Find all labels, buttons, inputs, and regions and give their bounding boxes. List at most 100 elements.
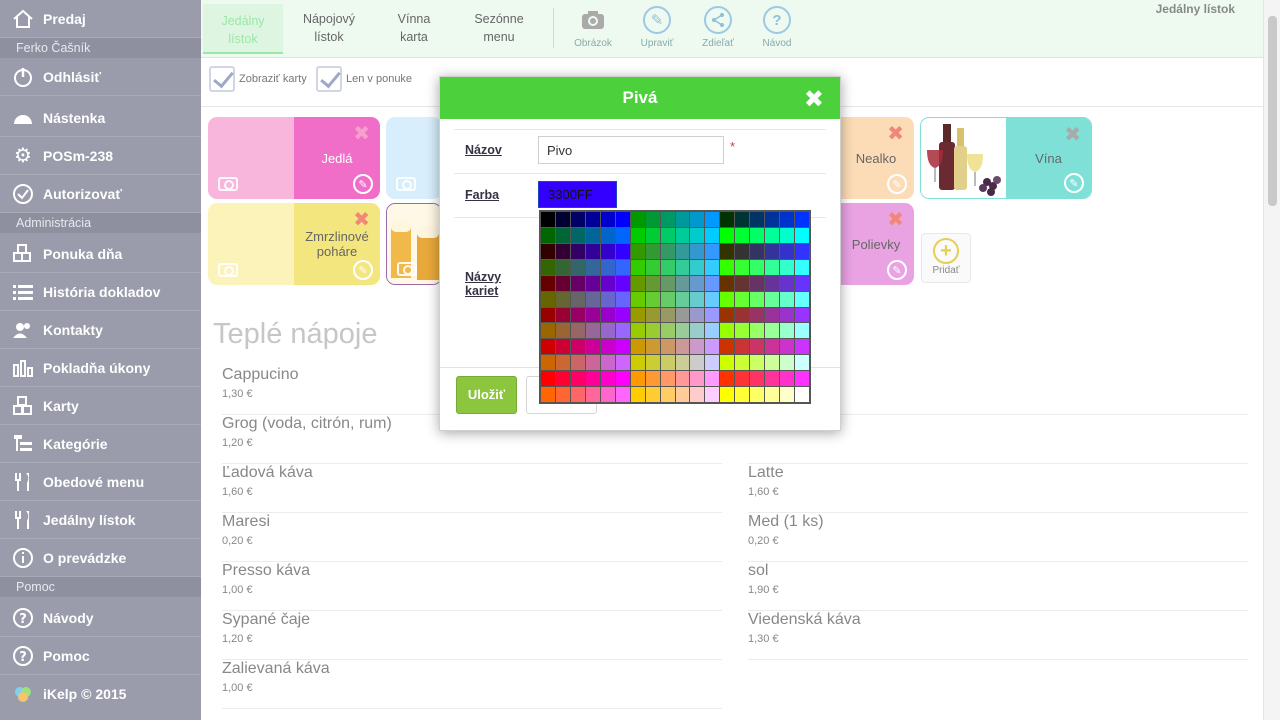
color-swatch[interactable]: [600, 275, 615, 291]
list-item[interactable]: Presso káva 1,00 €: [222, 562, 722, 611]
color-swatch[interactable]: [735, 307, 750, 323]
color-swatch[interactable]: [735, 339, 750, 355]
color-swatch[interactable]: [765, 227, 780, 243]
color-swatch[interactable]: [750, 323, 765, 339]
color-swatch[interactable]: [765, 307, 780, 323]
pencil-icon[interactable]: ✎: [887, 174, 907, 194]
sidebar-item-kategorie[interactable]: Kategórie: [0, 425, 201, 463]
color-swatch[interactable]: [570, 243, 585, 259]
color-swatch[interactable]: [660, 243, 675, 259]
image-button[interactable]: Obrázok: [568, 6, 618, 49]
color-swatch[interactable]: [660, 371, 675, 387]
color-swatch[interactable]: [585, 371, 600, 387]
color-swatch[interactable]: [690, 387, 705, 402]
color-swatch[interactable]: [570, 307, 585, 323]
tab-sezonne-menu[interactable]: Sezónne menu: [459, 10, 539, 54]
camera-icon[interactable]: [218, 263, 238, 277]
color-swatch[interactable]: [600, 323, 615, 339]
color-swatch[interactable]: [660, 387, 675, 402]
list-item[interactable]: Sypané čaje 1,20 €: [222, 611, 722, 660]
color-swatch[interactable]: [570, 371, 585, 387]
color-swatch[interactable]: [600, 291, 615, 307]
color-swatch[interactable]: [630, 339, 645, 355]
add-card-button[interactable]: + Pridať: [921, 233, 971, 283]
color-swatch[interactable]: [765, 339, 780, 355]
color-swatch[interactable]: [720, 291, 735, 307]
color-swatch[interactable]: [660, 355, 675, 371]
color-swatch[interactable]: [555, 307, 570, 323]
color-swatch[interactable]: [795, 259, 809, 275]
pencil-icon[interactable]: ✎: [353, 174, 373, 194]
color-swatch[interactable]: [645, 339, 660, 355]
sidebar-item-historia-dokladov[interactable]: História dokladov: [0, 273, 201, 311]
list-item[interactable]: Ľadová káva 1,60 €: [222, 464, 722, 513]
color-swatch[interactable]: [555, 227, 570, 243]
color-swatch[interactable]: [541, 307, 555, 323]
color-swatch[interactable]: [541, 275, 555, 291]
color-swatch[interactable]: [541, 259, 555, 275]
color-swatch[interactable]: [780, 355, 795, 371]
edit-button[interactable]: ✎ Upraviť: [632, 6, 682, 49]
color-swatch[interactable]: [705, 307, 720, 323]
color-swatch[interactable]: [555, 212, 570, 227]
tab-napojovy-listok[interactable]: Nápojový lístok: [289, 10, 369, 54]
color-swatch[interactable]: [600, 355, 615, 371]
card-blue[interactable]: [386, 117, 442, 199]
color-swatch[interactable]: [705, 339, 720, 355]
color-swatch[interactable]: [735, 227, 750, 243]
color-swatch[interactable]: [675, 275, 690, 291]
color-swatch[interactable]: [570, 323, 585, 339]
color-swatch[interactable]: [555, 355, 570, 371]
color-swatch[interactable]: [570, 387, 585, 402]
color-swatch[interactable]: [765, 275, 780, 291]
color-swatch[interactable]: [660, 323, 675, 339]
color-swatch[interactable]: [600, 227, 615, 243]
color-swatch[interactable]: [750, 243, 765, 259]
color-swatch[interactable]: [585, 387, 600, 402]
sidebar-item-predaj[interactable]: Predaj: [0, 0, 201, 38]
color-swatch[interactable]: [795, 355, 809, 371]
list-item[interactable]: Maresi 0,20 €: [222, 513, 722, 562]
close-icon[interactable]: ✖: [804, 85, 824, 114]
show-cards-checkbox[interactable]: Zobraziť karty: [209, 66, 307, 92]
tab-jedalny-listok[interactable]: Jedálny lístok: [203, 4, 283, 54]
sidebar-item-obedove-menu[interactable]: Obedové menu: [0, 463, 201, 501]
delete-icon[interactable]: ✖: [1064, 122, 1081, 147]
color-swatch[interactable]: [645, 323, 660, 339]
card-vina[interactable]: Vína ✖ ✎: [920, 117, 1092, 199]
color-swatch[interactable]: [630, 243, 645, 259]
color-swatch[interactable]: [541, 355, 555, 371]
save-button[interactable]: Uložiť: [456, 376, 517, 414]
color-swatch[interactable]: [795, 387, 809, 402]
color-swatch[interactable]: [750, 387, 765, 402]
color-swatch[interactable]: [705, 323, 720, 339]
color-swatch[interactable]: [600, 212, 615, 227]
color-swatch[interactable]: [660, 275, 675, 291]
color-swatch[interactable]: [765, 323, 780, 339]
color-swatch[interactable]: [585, 243, 600, 259]
color-swatch[interactable]: [765, 259, 780, 275]
color-swatch[interactable]: [690, 212, 705, 227]
list-item[interactable]: Med (1 ks) 0,20 €: [748, 513, 1248, 562]
color-swatch[interactable]: [645, 355, 660, 371]
color-swatch[interactable]: [600, 307, 615, 323]
color-swatch[interactable]: [780, 307, 795, 323]
color-swatch[interactable]: [615, 323, 630, 339]
color-swatch[interactable]: [570, 259, 585, 275]
card-polievky[interactable]: Polievky ✖ ✎: [838, 203, 914, 285]
color-swatch[interactable]: [750, 212, 765, 227]
color-swatch[interactable]: [735, 259, 750, 275]
color-swatch[interactable]: [795, 212, 809, 227]
color-swatch[interactable]: [765, 355, 780, 371]
color-swatch[interactable]: [541, 371, 555, 387]
color-swatch[interactable]: [615, 227, 630, 243]
color-swatch[interactable]: [615, 259, 630, 275]
color-swatch[interactable]: [615, 371, 630, 387]
color-swatch[interactable]: [735, 291, 750, 307]
list-item[interactable]: Zalievaná káva 1,00 €: [222, 660, 722, 709]
color-swatch[interactable]: [690, 259, 705, 275]
color-swatch[interactable]: [690, 291, 705, 307]
color-swatch[interactable]: [660, 307, 675, 323]
color-swatch[interactable]: [735, 212, 750, 227]
color-swatch[interactable]: [585, 291, 600, 307]
